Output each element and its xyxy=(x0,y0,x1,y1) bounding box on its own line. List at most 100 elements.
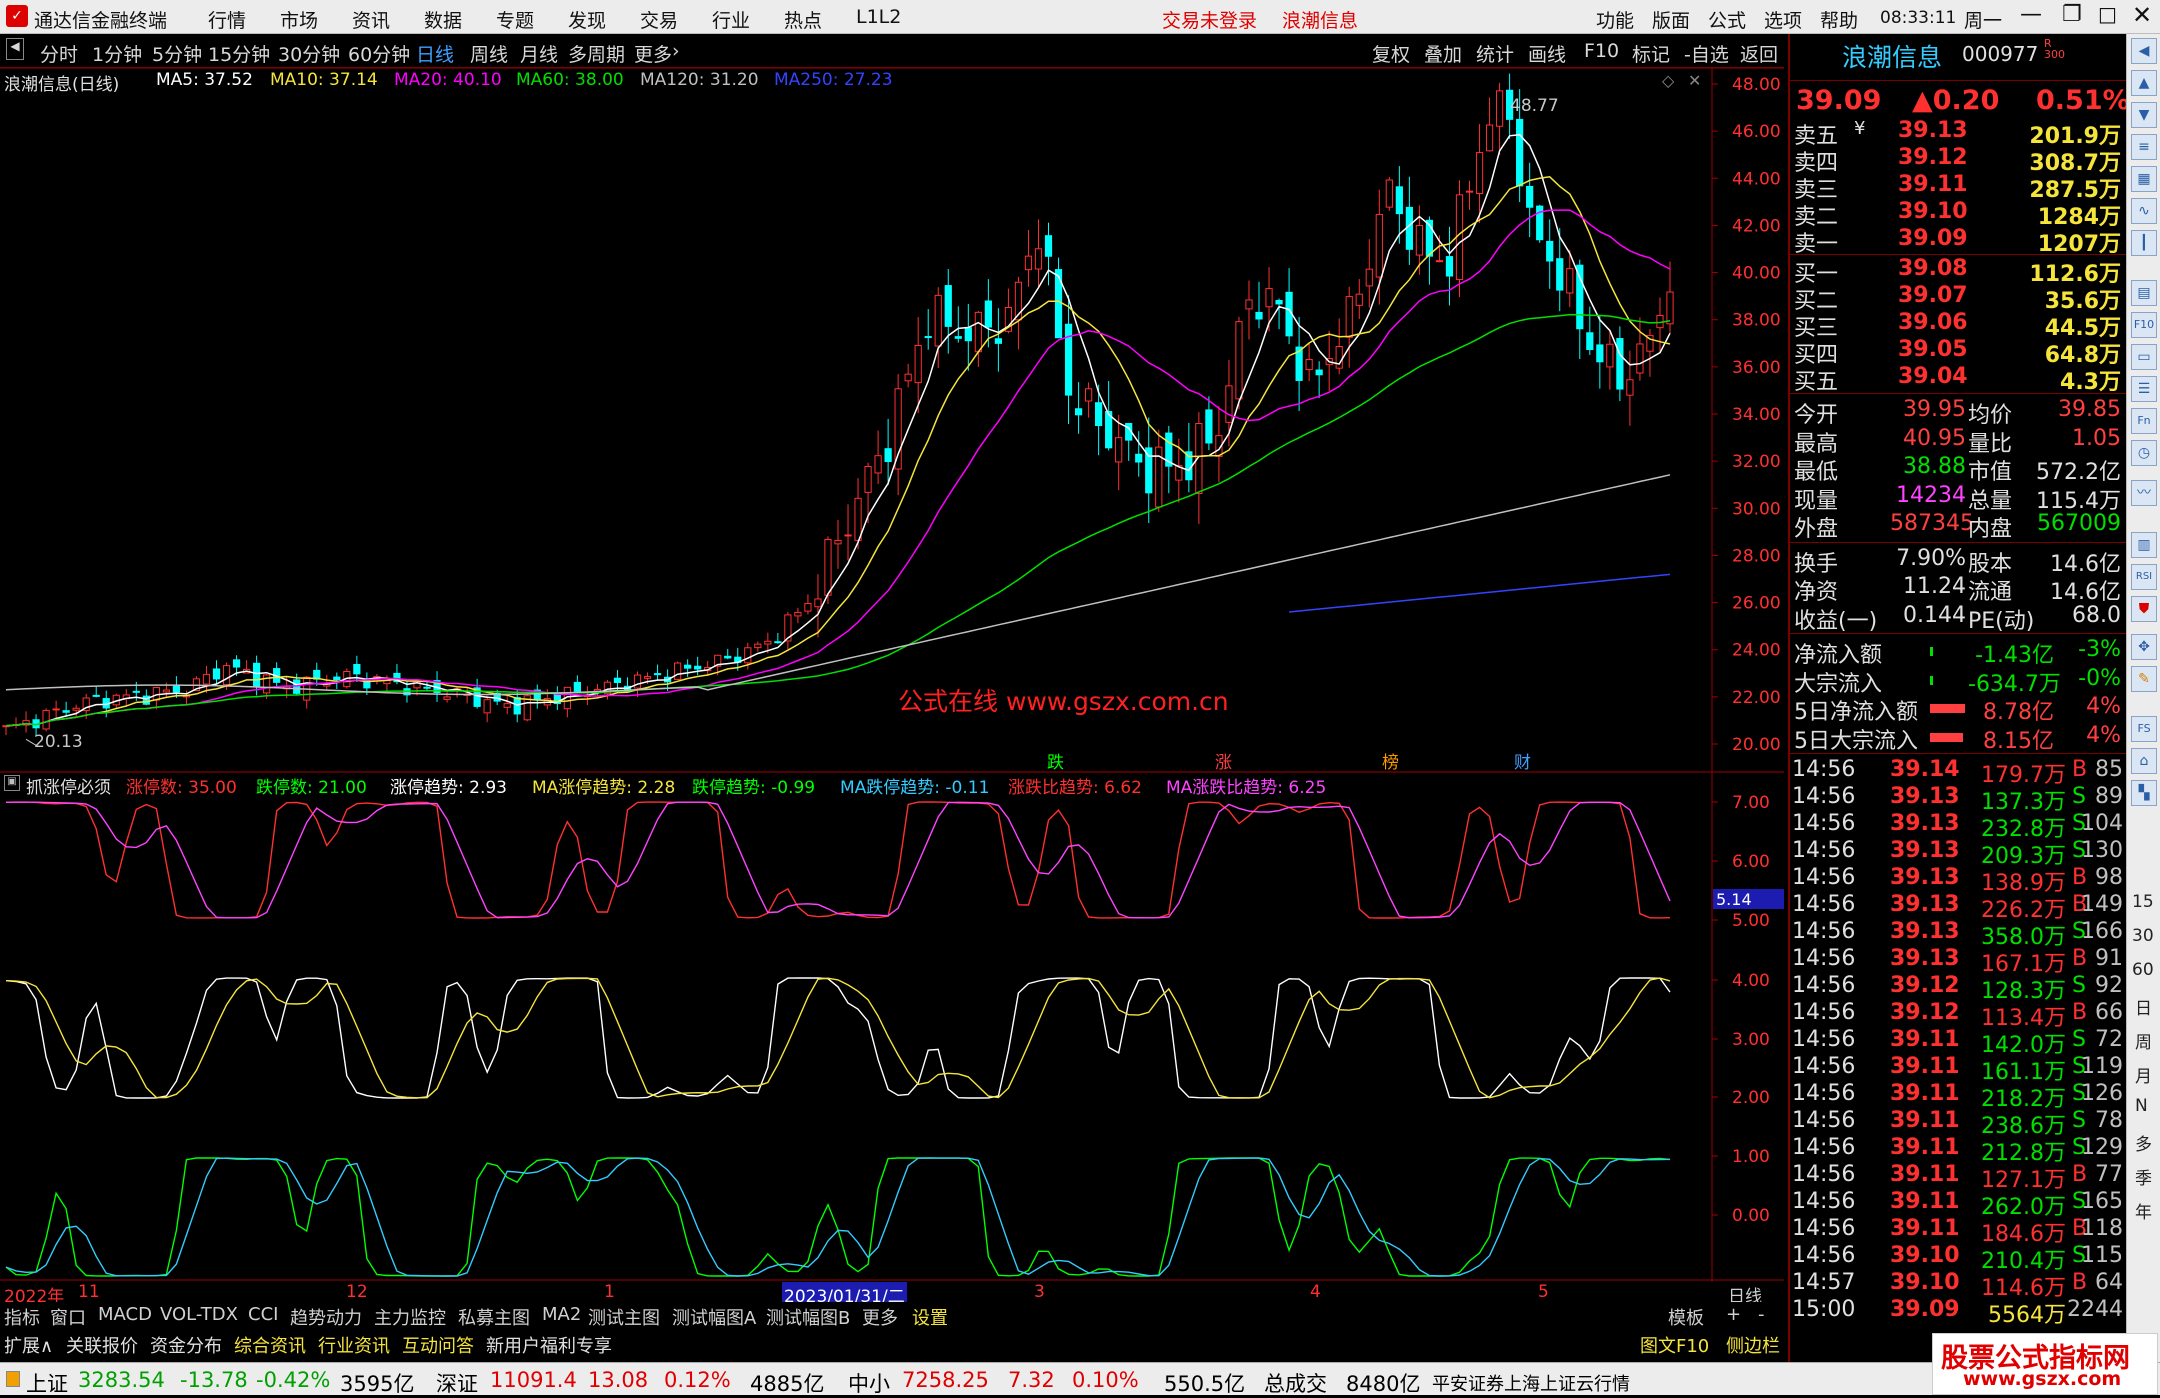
tab-industry-news[interactable]: 行业资讯 xyxy=(318,1332,390,1358)
camera-icon[interactable]: ⌂ xyxy=(2131,748,2157,774)
event-marker-finance[interactable]: 财 xyxy=(1514,748,1531,773)
tab-vol-tdx[interactable]: VOL-TDX xyxy=(160,1304,238,1325)
menu-formula[interactable]: 公式 xyxy=(1708,6,1746,33)
tab-qa[interactable]: 互动问答 xyxy=(402,1332,474,1358)
btn-back[interactable]: 返回 xyxy=(1740,40,1778,67)
btn-stats[interactable]: 统计 xyxy=(1476,40,1514,67)
sh-name[interactable]: 上证 xyxy=(26,1368,68,1398)
kline-chart[interactable]: 48.00 46.00 44.00 42.00 40.00 38.00 36.00 34.00… xyxy=(0,68,1784,1285)
tab-30min[interactable]: 30分钟 xyxy=(278,40,340,67)
btn-expand[interactable]: 扩展∧ xyxy=(4,1332,53,1358)
sidebar-n[interactable]: N xyxy=(2135,1096,2148,1116)
tab-related-quote[interactable]: 关联报价 xyxy=(66,1332,138,1358)
tab-private-main[interactable]: 私募主图 xyxy=(458,1304,530,1330)
tab-more-ind[interactable]: 更多 xyxy=(862,1304,898,1330)
tab-more[interactable]: 更多 xyxy=(634,40,672,67)
sidebar-week[interactable]: 周 xyxy=(2135,1028,2152,1053)
btn-zoom-out[interactable]: - xyxy=(1758,1304,1765,1325)
tab-15min[interactable]: 15分钟 xyxy=(208,40,270,67)
table-icon[interactable]: ▤ xyxy=(2131,280,2157,306)
event-marker-rank[interactable]: 榜 xyxy=(1382,748,1399,773)
tab-test-sub-a[interactable]: 测试幅图A xyxy=(672,1304,756,1330)
tab-monthly[interactable]: 月线 xyxy=(520,40,558,67)
tab-new-user[interactable]: 新用户福利专享 xyxy=(486,1332,612,1358)
tab-general-news[interactable]: 综合资讯 xyxy=(234,1332,306,1358)
btn-f10-graphic[interactable]: 图文F10 xyxy=(1640,1332,1709,1358)
menu-function[interactable]: 功能 xyxy=(1596,6,1634,33)
tab-multi[interactable]: 多周期 xyxy=(568,40,625,67)
close-icon[interactable]: ✕ xyxy=(2132,1,2152,29)
bar-chart-icon[interactable]: ▥ xyxy=(2131,532,2157,558)
menu-news[interactable]: 资讯 xyxy=(352,6,390,33)
btn-adjust[interactable]: 复权 xyxy=(1372,40,1410,67)
tab-60min[interactable]: 60分钟 xyxy=(348,40,410,67)
arrow-up-icon[interactable]: ▲ xyxy=(2131,70,2157,96)
menu-discover[interactable]: 发现 xyxy=(568,6,606,33)
zx-name[interactable]: 中小 xyxy=(848,1368,890,1398)
event-marker-down[interactable]: 跌 xyxy=(1047,748,1064,773)
menu-layout[interactable]: 版面 xyxy=(1652,6,1690,33)
sidebar-day[interactable]: 日 xyxy=(2135,994,2152,1019)
indicator-collapse-icon[interactable]: ▣ xyxy=(4,775,20,791)
btn-overlay[interactable]: 叠加 xyxy=(1424,40,1462,67)
grid-icon[interactable]: ▦ xyxy=(2131,166,2157,192)
btn-f10[interactable]: F10 xyxy=(1584,40,1619,62)
sidebar-60[interactable]: 60 xyxy=(2132,960,2154,980)
tab-5min[interactable]: 5分钟 xyxy=(152,40,202,67)
menu-data[interactable]: 数据 xyxy=(424,6,462,33)
tab-main-monitor[interactable]: 主力监控 xyxy=(374,1304,446,1330)
trend-chart-icon[interactable]: ∿ xyxy=(2131,198,2157,224)
menu-market2[interactable]: 市场 xyxy=(280,6,318,33)
tab-test-main[interactable]: 测试主图 xyxy=(588,1304,660,1330)
menu-industry[interactable]: 行业 xyxy=(712,6,750,33)
fs-icon[interactable]: FS xyxy=(2131,716,2157,742)
shield-icon[interactable]: ⛊ xyxy=(2131,596,2157,622)
tab-cci[interactable]: CCI xyxy=(248,1304,278,1325)
collapse-icon[interactable]: ◀ xyxy=(6,38,24,60)
stack-icon[interactable]: ☰ xyxy=(2131,376,2157,402)
clock-icon[interactable]: ◷ xyxy=(2131,440,2157,466)
tab-indicator[interactable]: 指标 xyxy=(4,1304,40,1330)
move-icon[interactable]: ✥ xyxy=(2131,634,2157,660)
tab-ma2[interactable]: MA2 xyxy=(542,1304,581,1325)
wave-icon[interactable]: 〰 xyxy=(2131,480,2157,506)
sidebar-month[interactable]: 月 xyxy=(2135,1062,2152,1087)
chevron-right-icon[interactable]: › xyxy=(672,40,680,62)
btn-draw[interactable]: 画线 xyxy=(1528,40,1566,67)
tab-intraday[interactable]: 分时 xyxy=(40,40,78,67)
maximize-icon[interactable]: □ xyxy=(2098,2,2117,26)
restore-icon[interactable]: ❐ xyxy=(2062,2,2082,27)
arrow-down-icon[interactable]: ▼ xyxy=(2131,102,2157,128)
login-status[interactable]: 交易未登录 xyxy=(1162,6,1257,33)
menu-help[interactable]: 帮助 xyxy=(1820,6,1858,33)
fn-icon[interactable]: Fn xyxy=(2131,408,2157,434)
btn-mark[interactable]: 标记 xyxy=(1632,40,1670,67)
menu-market[interactable]: 行情 xyxy=(208,6,246,33)
pen-icon[interactable]: ✎ xyxy=(2131,666,2157,692)
sidebar-15[interactable]: 15 xyxy=(2132,892,2154,912)
menu-hot[interactable]: 热点 xyxy=(784,6,822,33)
btn-template[interactable]: 模板 xyxy=(1668,1304,1704,1330)
event-marker-up[interactable]: 涨 xyxy=(1215,748,1232,773)
f10-icon[interactable]: F10 xyxy=(2131,312,2157,338)
minimize-icon[interactable]: — xyxy=(2020,2,2042,27)
rsi-icon[interactable]: RSI xyxy=(2131,564,2157,590)
menu-trade[interactable]: 交易 xyxy=(640,6,678,33)
list-icon[interactable]: ≡ xyxy=(2131,134,2157,160)
tab-weekly[interactable]: 周线 xyxy=(470,40,508,67)
menu-topic[interactable]: 专题 xyxy=(496,6,534,33)
tab-fund-dist[interactable]: 资金分布 xyxy=(150,1332,222,1358)
tiles-icon[interactable]: ▚ xyxy=(2131,780,2157,806)
menu-l1l2[interactable]: L1L2 xyxy=(856,6,901,28)
tab-window[interactable]: 窗口 xyxy=(50,1304,86,1330)
tab-1min[interactable]: 1分钟 xyxy=(92,40,142,67)
sidebar-collapse-icon[interactable]: ◀ xyxy=(2131,38,2157,64)
sz-name[interactable]: 深证 xyxy=(436,1368,478,1398)
tab-macd[interactable]: MACD xyxy=(98,1304,152,1325)
sidebar-quarter[interactable]: 季 xyxy=(2135,1164,2152,1189)
tab-test-sub-b[interactable]: 测试幅图B xyxy=(766,1304,850,1330)
sidebar-30[interactable]: 30 xyxy=(2132,926,2154,946)
indicator-name[interactable]: 抓涨停必须 xyxy=(26,773,111,798)
sidebar-multi[interactable]: 多 xyxy=(2135,1130,2152,1155)
menu-options[interactable]: 选项 xyxy=(1764,6,1802,33)
